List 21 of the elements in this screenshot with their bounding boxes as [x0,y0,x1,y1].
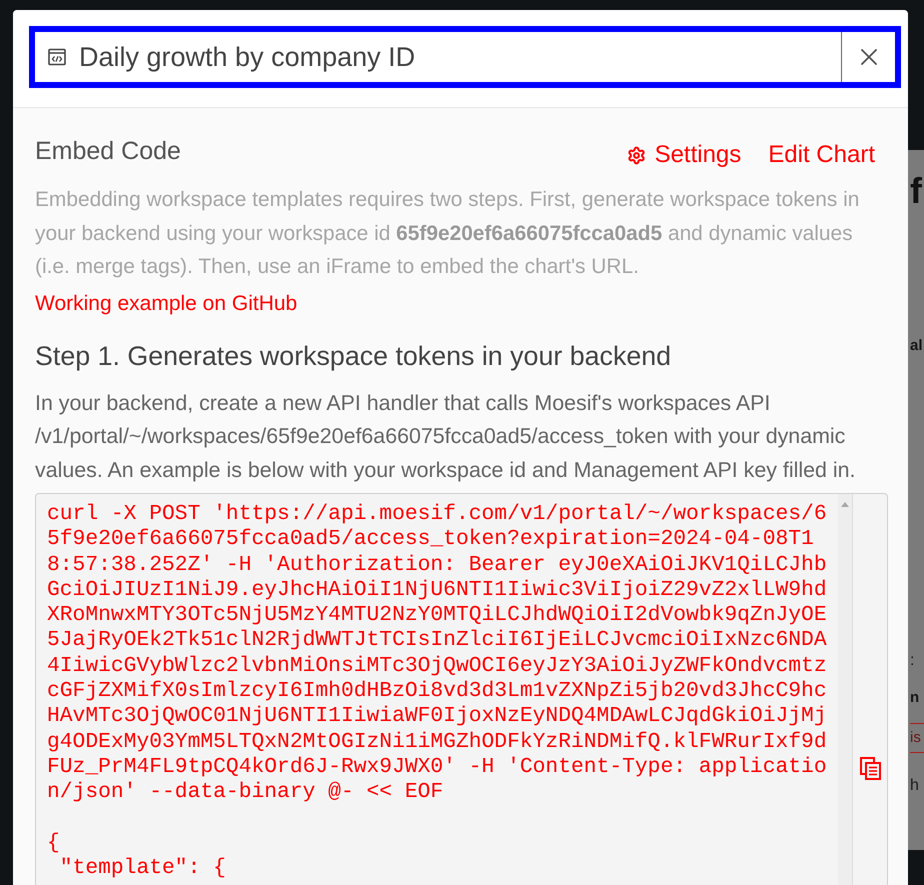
gear-icon [626,146,646,164]
background-field: is [910,723,924,753]
background-heading-text: f [910,169,922,213]
copy-icon [860,757,880,780]
scrollbar[interactable] [838,494,852,885]
github-link[interactable]: Working example on GitHub [35,288,298,318]
step-description: In your backend, create a new API handler that calls Moesif's workspaces API /v1/portal/~/workspaces/65f9e20ef6a66075fcca0ad5/access_token with your dynamic values. An example is below with your workspace id and Management API key filled in. [35,390,856,484]
step-heading: Step 1. Generates workspace tokens in your backend [35,340,672,370]
copy-button[interactable] [860,757,880,780]
title-input[interactable]: Daily growth by company ID [66,32,841,82]
background-text: h [910,776,919,796]
background-text: : [910,651,914,671]
edit-chart-link[interactable]: Edit Chart [768,141,875,169]
background-label-text: al [910,336,923,356]
code-text: curl -X POST 'https://api.moesif.com/v1/portal/~/workspaces/6 5f9e20ef6a66075fcca0ad5/access_token?expiration=2024-04-08T1 8:57:38.252Z' -H 'Authorization: Bearer eyJ0eXAiOiJKV1QiLCJhb GciOiJIUzI1NiJ9.eyJhcHAiOiI1NjU6NTI1Iiwic3ViIjoiZ29vZ2xlLW9hd XRoMnwxMTY3OTc5NjU5MzY4MTU2NzY0MTQiLCJhdWQiOiI2dVowbk9qZnJyOE 5JajRyOEk2Tk51clN2RjdWWTJtTCIsInZlciI6IjEiLCJvcmciOiIxNzc6NDA 4IiwicGVybWlzc2lvbnMiOnsiMTc3OjQwOCI6eyJzY3AiOiJyZWFkOndvcmtz cGFjZXMifX0sImlzcyI6Imh0dHBzOi8vd3d3Lm1vZXNpZi5jb20vd3JhcC9hc HAvMTc3OjQwOC01NjU6NTI1IiwiaWF0IjoxNzEyNDQ4MDAwLCJqdGkiOiJjMj g4ODExMy03YmM5LTQxN2MtOGIzNi1iMGZhODFkYzRiNDMifQ.klFWRurIxf9d FUz_PrM4FL9tpCQ4kOrd6J-Rwx9JWX0' -H 'Content-Type: applicatio n/json' --data-binary @- << EOF { "template": { [46,501,828,882]
background-label-text: n [910,688,920,708]
embed-heading: Embed Code [35,137,181,165]
intro-text: Embedding workspace templates requires two steps. First, generate workspace tokens in your backend using your workspace id 65f9e20ef6a66075fcca0ad5 and dynamic values (i.e. merge tags). Then, use an iFrame to embed the chart's URL. [35,187,860,280]
scroll-up-arrow-icon [841,502,849,507]
settings-link[interactable]: Settings [626,141,742,169]
code-window-icon [48,48,66,66]
